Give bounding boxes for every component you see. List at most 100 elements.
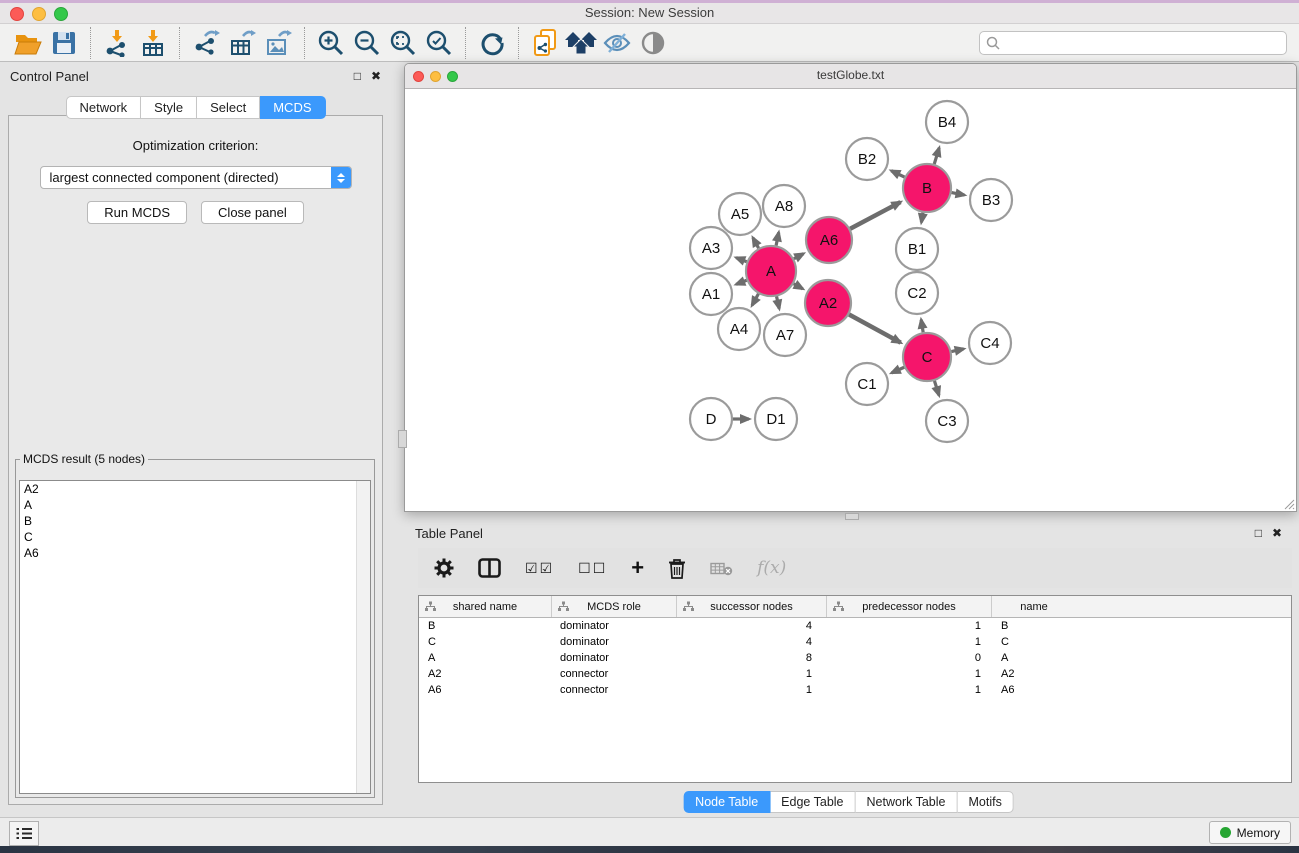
graph-edge-A-A3[interactable] (736, 258, 747, 262)
run-mcds-button[interactable]: Run MCDS (87, 201, 187, 224)
tab-mcds[interactable]: MCDS (260, 96, 325, 119)
save-session-icon[interactable] (46, 27, 82, 59)
column-header-successor-nodes[interactable]: successor nodes (676, 596, 826, 617)
mcds-result-item[interactable]: B (20, 513, 370, 529)
graph-edge-B-B1[interactable] (921, 213, 923, 223)
table-cell[interactable]: A (419, 652, 551, 664)
memory-button[interactable]: Memory (1209, 821, 1291, 844)
tab-edge-table[interactable]: Edge Table (770, 791, 855, 813)
mcds-result-item[interactable]: A2 (20, 481, 370, 497)
show-columns-icon[interactable] (478, 558, 501, 578)
table-cell[interactable]: connector (551, 684, 676, 696)
table-settings-icon[interactable] (434, 558, 454, 578)
table-cell[interactable]: B (991, 620, 1076, 632)
show-all-icon[interactable] (635, 27, 671, 59)
criterion-dropdown[interactable]: largest connected component (directed) (40, 166, 352, 189)
export-network-icon[interactable] (188, 27, 224, 59)
table-row[interactable]: A6connector11A6 (419, 682, 1291, 698)
zoom-fit-icon[interactable] (385, 27, 421, 59)
deselect-all-icon[interactable]: ☐☐ (578, 560, 607, 577)
table-cell[interactable]: C (991, 636, 1076, 648)
column-header-predecessor-nodes[interactable]: predecessor nodes (826, 596, 991, 617)
graph-edge-A6-B[interactable] (850, 202, 900, 229)
table-cell[interactable]: dominator (551, 652, 676, 664)
table-cell[interactable]: C (419, 636, 551, 648)
import-network-icon[interactable] (99, 27, 135, 59)
float-panel-icon[interactable]: □ (354, 69, 361, 83)
graph-edge-C-C2[interactable] (921, 320, 923, 333)
table-cell[interactable]: dominator (551, 636, 676, 648)
table-cell[interactable]: A2 (991, 668, 1076, 680)
tab-motifs[interactable]: Motifs (957, 791, 1013, 813)
table-cell[interactable]: 8 (676, 652, 826, 664)
home-layout-icon[interactable] (563, 27, 599, 59)
select-all-icon[interactable]: ☑☑ (525, 560, 554, 577)
tab-style[interactable]: Style (141, 96, 197, 119)
delete-column-icon[interactable] (668, 558, 686, 579)
column-header-shared-name[interactable]: shared name (419, 596, 551, 617)
graph-edge-B-B2[interactable] (891, 171, 904, 177)
graph-edge-B-B4[interactable] (934, 148, 939, 164)
task-history-button[interactable] (9, 821, 39, 846)
table-cell[interactable]: A6 (991, 684, 1076, 696)
tab-network[interactable]: Network (65, 96, 141, 119)
graph-edge-C-C3[interactable] (934, 381, 938, 395)
export-image-icon[interactable] (260, 27, 296, 59)
table-cell[interactable]: 1 (826, 668, 991, 680)
table-cell[interactable]: A (991, 652, 1076, 664)
add-column-icon[interactable]: + (631, 559, 644, 577)
scrollbar-thumb[interactable] (845, 513, 859, 520)
graph-edge-A-A6[interactable] (794, 254, 803, 259)
table-row[interactable]: Bdominator41B (419, 618, 1291, 634)
hide-selected-icon[interactable] (599, 27, 635, 59)
zoom-selected-icon[interactable] (421, 27, 457, 59)
open-session-icon[interactable] (10, 27, 46, 59)
graph-edge-B-B3[interactable] (952, 193, 965, 195)
table-cell[interactable]: A2 (419, 668, 551, 680)
table-row[interactable]: Cdominator41C (419, 634, 1291, 650)
zoom-in-icon[interactable] (313, 27, 349, 59)
scrollbar-thumb[interactable] (398, 430, 407, 448)
table-cell[interactable]: 0 (826, 652, 991, 664)
mcds-result-item[interactable]: C (20, 529, 370, 545)
search-input[interactable] (1004, 35, 1280, 51)
resize-grip-icon[interactable] (1281, 496, 1295, 510)
graph-edge-C-C1[interactable] (892, 367, 905, 373)
tab-network-table[interactable]: Network Table (856, 791, 958, 813)
tab-node-table[interactable]: Node Table (683, 791, 770, 813)
network-window-titlebar[interactable]: testGlobe.txt (405, 64, 1296, 89)
graph-edge-A2-C[interactable] (849, 314, 901, 342)
graph-edge-A-A5[interactable] (753, 238, 759, 248)
graph-edge-A-A2[interactable] (794, 284, 803, 289)
scrollbar-track[interactable] (356, 481, 370, 793)
graph-edge-A-A7[interactable] (777, 296, 780, 308)
table-cell[interactable]: connector (551, 668, 676, 680)
dropdown-stepper-icon[interactable] (331, 167, 351, 188)
mcds-result-item[interactable]: A (20, 497, 370, 513)
float-panel-icon[interactable]: □ (1255, 526, 1262, 540)
mcds-result-item[interactable]: A6 (20, 545, 370, 561)
graph-edge-A-A4[interactable] (752, 294, 758, 306)
clone-network-icon[interactable] (527, 27, 563, 59)
table-cell[interactable]: 1 (676, 684, 826, 696)
graph-edge-A-A8[interactable] (776, 232, 779, 245)
close-panel-icon[interactable]: ✖ (371, 69, 381, 83)
table-row[interactable]: Adominator80A (419, 650, 1291, 666)
table-row[interactable]: A2connector11A2 (419, 666, 1291, 682)
table-cell[interactable]: A6 (419, 684, 551, 696)
tab-select[interactable]: Select (197, 96, 260, 119)
table-cell[interactable]: 1 (826, 684, 991, 696)
refresh-icon[interactable] (474, 27, 510, 59)
close-panel-icon[interactable]: ✖ (1272, 526, 1282, 540)
export-table-icon[interactable] (224, 27, 260, 59)
table-cell[interactable]: 4 (676, 620, 826, 632)
zoom-out-icon[interactable] (349, 27, 385, 59)
table-cell[interactable]: 4 (676, 636, 826, 648)
graph-edge-A-A1[interactable] (736, 280, 747, 284)
import-table-icon[interactable] (135, 27, 171, 59)
table-cell[interactable]: 1 (826, 636, 991, 648)
network-canvas[interactable]: B4B2BB3A8A5A6A3B1AC2A1A2A4A7C4CC1C3DD1 (405, 89, 1296, 511)
graph-edge-C-C4[interactable] (951, 349, 963, 352)
table-cell[interactable]: dominator (551, 620, 676, 632)
close-panel-button[interactable]: Close panel (201, 201, 304, 224)
